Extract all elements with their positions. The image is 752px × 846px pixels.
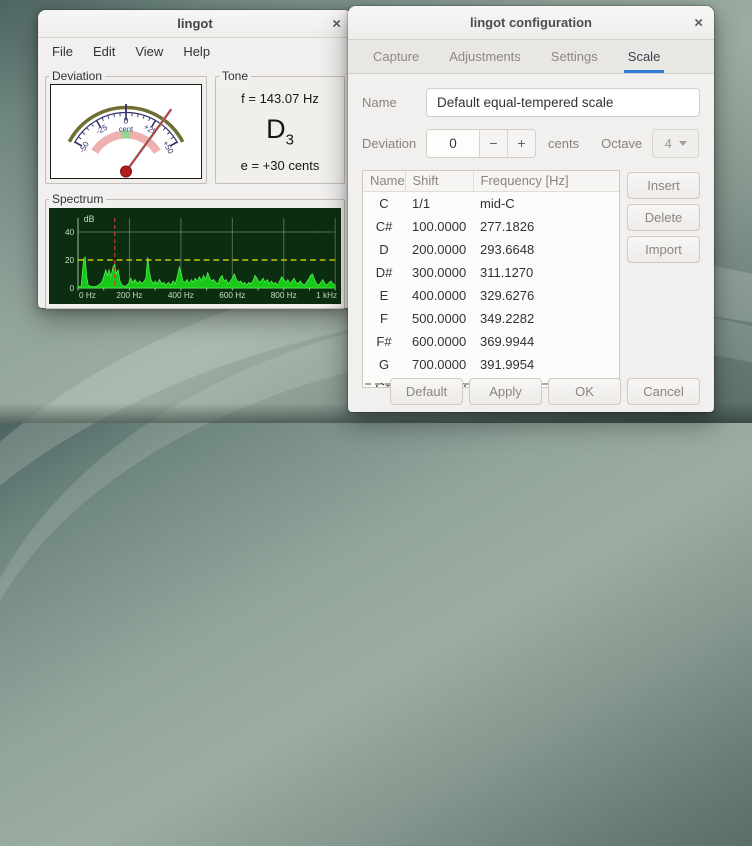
svg-text:dB: dB — [84, 214, 95, 224]
tone-frequency: f = 143.07 Hz — [241, 91, 319, 106]
svg-text:1 kHz: 1 kHz — [316, 290, 337, 300]
table-row[interactable]: D 200.0000 293.6648 — [363, 238, 619, 261]
spectrum-plot: 020400 Hz200 Hz400 Hz600 Hz800 Hz1 kHzdB — [49, 208, 341, 304]
svg-text:+50: +50 — [161, 139, 176, 156]
octave-value: 4 — [665, 136, 672, 151]
spectrum-svg: 020400 Hz200 Hz400 Hz600 Hz800 Hz1 kHzdB — [49, 208, 341, 304]
close-icon[interactable]: × — [332, 16, 341, 31]
tab-capture[interactable]: Capture — [360, 40, 432, 73]
menu-file[interactable]: File — [44, 41, 81, 62]
tone-frame: Tone f = 143.07 Hz D3 e = +30 cents — [215, 76, 345, 184]
scale-name-input[interactable] — [426, 88, 700, 117]
close-icon[interactable]: × — [694, 15, 703, 30]
table-row[interactable]: G 700.0000 391.9954 — [363, 353, 619, 376]
svg-text:20: 20 — [65, 255, 74, 265]
svg-text:-50: -50 — [77, 140, 91, 155]
deviation-gauge-svg: -50-25+25+500cent — [51, 85, 201, 178]
deviation-label: Deviation — [362, 136, 426, 151]
menu-help[interactable]: Help — [175, 41, 218, 62]
spinner-decrement-button[interactable]: − — [479, 130, 507, 157]
tab-scale[interactable]: Scale — [615, 40, 674, 73]
config-window: lingot configuration × Capture Adjustmen… — [348, 6, 714, 412]
tab-settings[interactable]: Settings — [538, 40, 611, 73]
table-row[interactable]: F# 600.0000 369.9944 — [363, 330, 619, 353]
svg-text:0 Hz: 0 Hz — [79, 290, 96, 300]
apply-button[interactable]: Apply — [469, 378, 542, 405]
svg-text:0: 0 — [70, 283, 75, 293]
tab-adjustments[interactable]: Adjustments — [436, 40, 534, 73]
dialog-action-area: Default Apply OK Cancel — [362, 378, 700, 405]
menu-edit[interactable]: Edit — [85, 41, 123, 62]
column-name[interactable]: Name — [363, 171, 405, 191]
cancel-button[interactable]: Cancel — [627, 378, 700, 405]
tone-error: e = +30 cents — [241, 158, 320, 173]
tone-frame-label: Tone — [219, 69, 251, 83]
svg-text:600 Hz: 600 Hz — [219, 290, 245, 300]
menubar: File Edit View Help — [38, 38, 352, 64]
table-row[interactable]: F 500.0000 349.2282 — [363, 307, 619, 330]
cents-unit-label: cents — [548, 136, 579, 151]
scale-table: Name Shift Frequency [Hz] C 1/1 mid-C C# — [362, 170, 620, 388]
delete-button[interactable]: Delete — [627, 204, 700, 231]
spinner-increment-button[interactable]: + — [507, 130, 535, 157]
svg-text:200 Hz: 200 Hz — [116, 290, 142, 300]
table-header-row: Name Shift Frequency [Hz] — [363, 171, 619, 191]
octave-dropdown[interactable]: 4 — [652, 129, 699, 158]
menu-view[interactable]: View — [127, 41, 171, 62]
table-row[interactable]: C 1/1 mid-C — [363, 191, 619, 215]
scale-tab-panel: Name Deviation 0 − + cents Octave 4 — [348, 74, 714, 412]
config-titlebar[interactable]: lingot configuration × — [348, 6, 714, 40]
column-frequency[interactable]: Frequency [Hz] — [473, 171, 619, 191]
chevron-down-icon — [679, 141, 687, 146]
main-window: lingot × File Edit View Help Deviation -… — [38, 10, 352, 308]
table-row[interactable]: C# 100.0000 277.1826 — [363, 215, 619, 238]
default-button[interactable]: Default — [390, 378, 463, 405]
table-row[interactable]: D# 300.0000 311.1270 — [363, 261, 619, 284]
svg-text:400 Hz: 400 Hz — [168, 290, 194, 300]
deviation-spinner-value[interactable]: 0 — [427, 130, 479, 157]
config-tabbar: Capture Adjustments Settings Scale — [348, 40, 714, 74]
import-button[interactable]: Import — [627, 236, 700, 263]
config-window-title: lingot configuration — [470, 15, 592, 30]
name-label: Name — [362, 95, 426, 110]
column-shift[interactable]: Shift — [405, 171, 473, 191]
spectrum-frame-label: Spectrum — [49, 192, 106, 206]
main-window-title: lingot — [177, 16, 212, 31]
deviation-gauge: -50-25+25+500cent — [50, 84, 202, 179]
svg-text:-25: -25 — [94, 122, 109, 136]
table-action-buttons: Insert Delete Import — [627, 170, 700, 388]
deviation-spinner: 0 − + — [426, 129, 536, 158]
svg-text:40: 40 — [65, 227, 74, 237]
spectrum-frame: Spectrum 020400 Hz200 Hz400 Hz600 Hz800 … — [45, 199, 345, 309]
table-row[interactable]: E 400.0000 329.6276 — [363, 284, 619, 307]
svg-text:800 Hz: 800 Hz — [271, 290, 297, 300]
main-titlebar[interactable]: lingot × — [38, 10, 352, 38]
deviation-frame-label: Deviation — [49, 69, 105, 83]
svg-text:cent: cent — [119, 125, 134, 134]
ok-button[interactable]: OK — [548, 378, 621, 405]
tone-note-octave: 3 — [286, 132, 294, 149]
tone-note: D3 — [266, 116, 294, 147]
octave-label: Octave — [601, 136, 642, 151]
insert-button[interactable]: Insert — [627, 172, 700, 199]
deviation-frame: Deviation -50-25+25+500cent — [45, 76, 207, 184]
